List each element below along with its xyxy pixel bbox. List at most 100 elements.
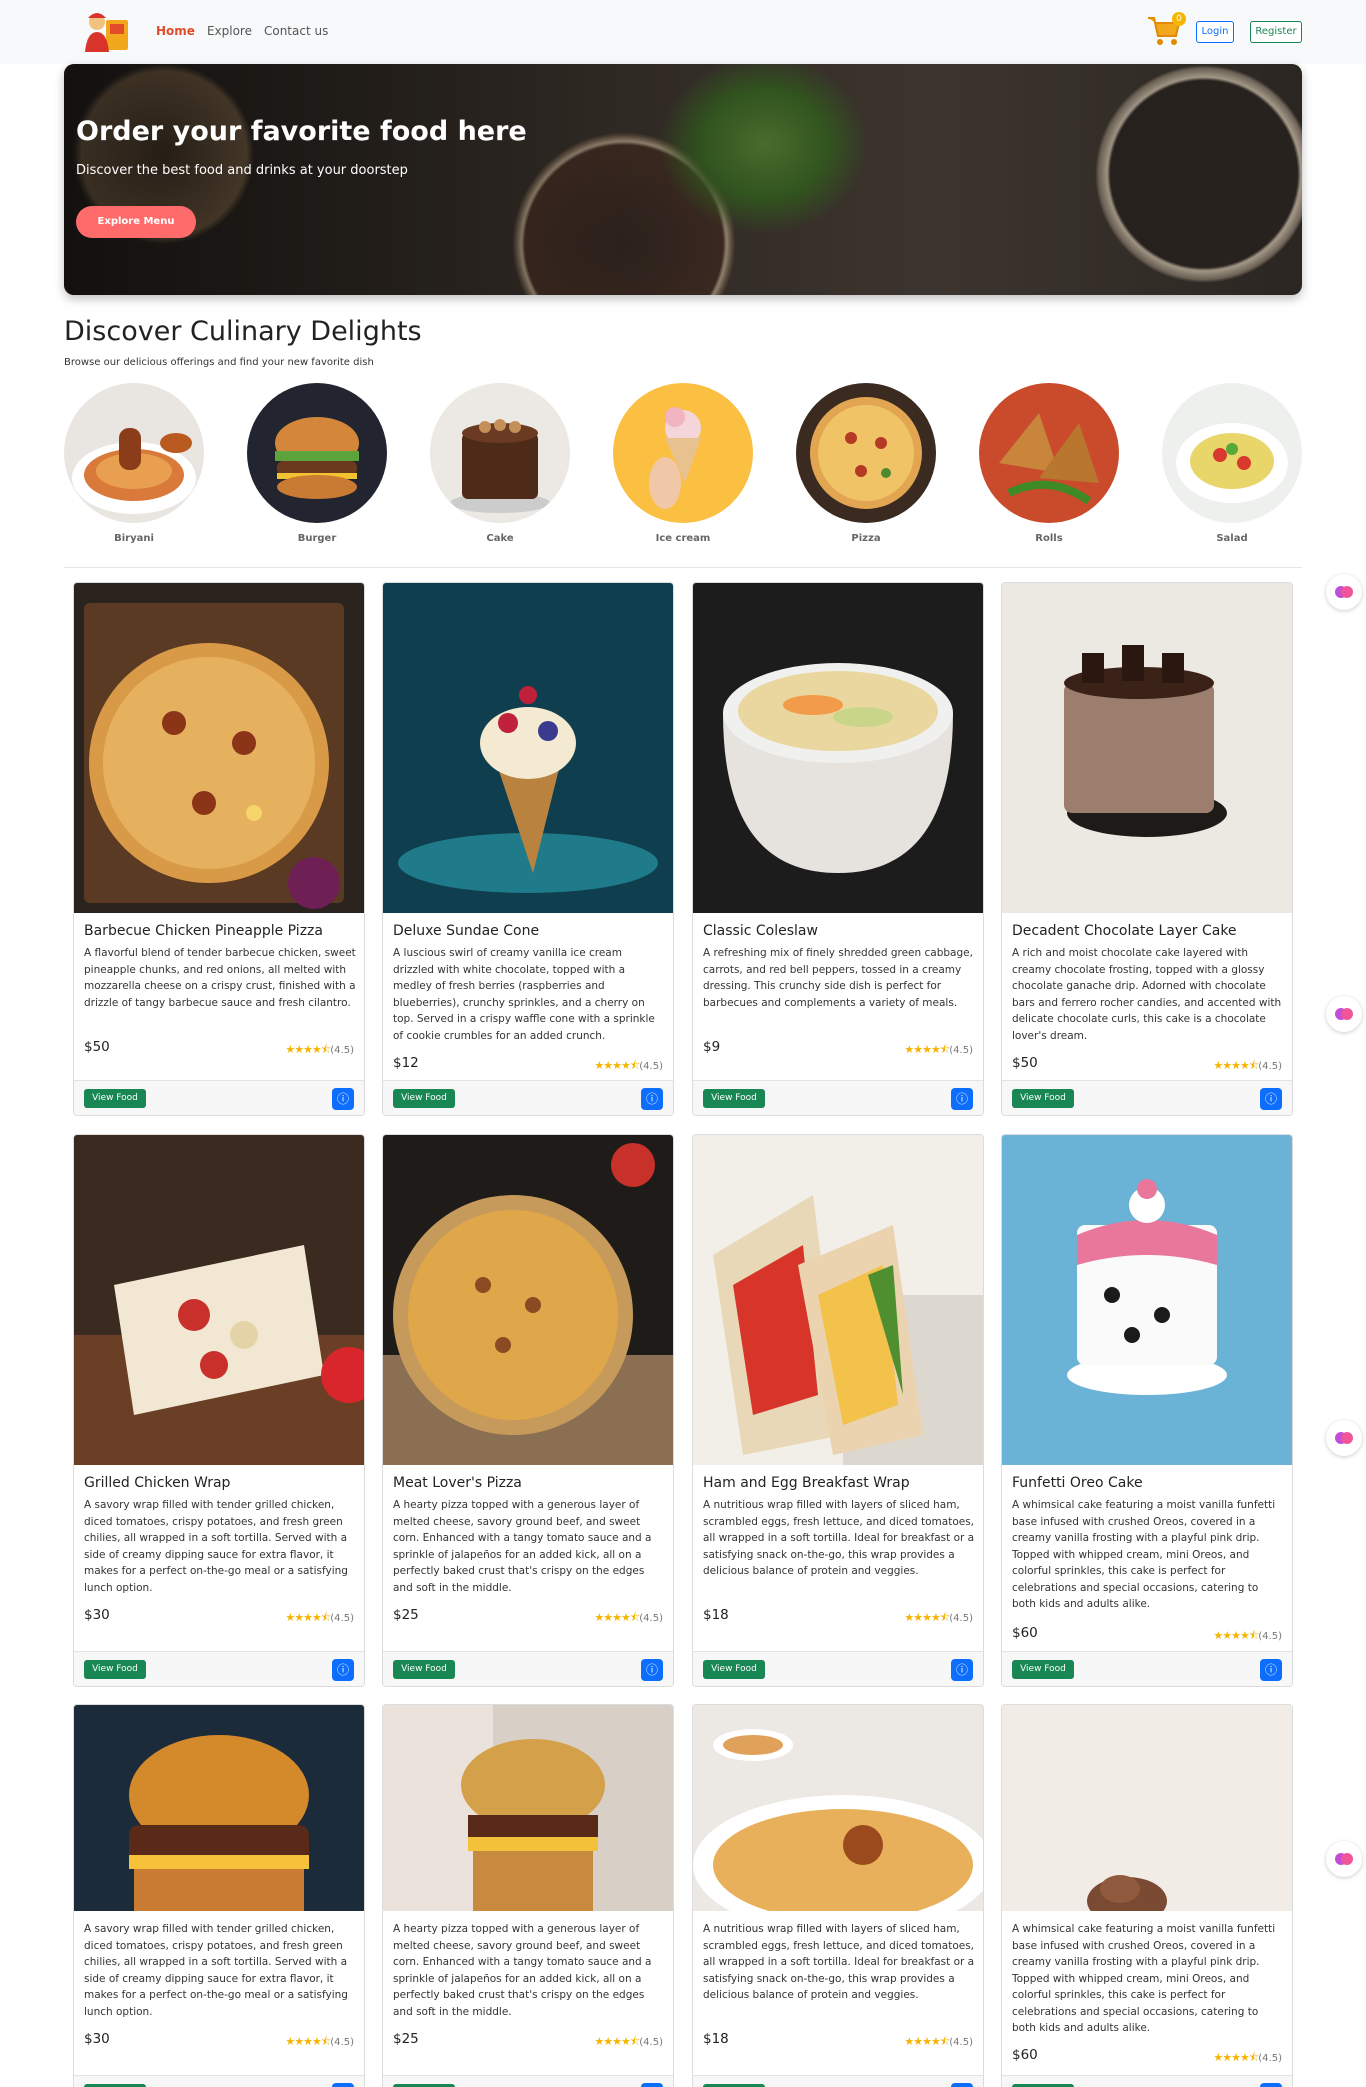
star-rating-icons: ★★★★⯪ (594, 1611, 640, 1624)
food-price: $25 (393, 1607, 419, 1623)
salad-image (1162, 383, 1302, 523)
burger-image (247, 383, 387, 523)
food-image (693, 1705, 983, 1911)
star-rating-icons: ★★★★⯪ (904, 1611, 950, 1624)
explore-menu-button[interactable]: Explore Menu (76, 206, 196, 238)
info-icon[interactable]: ⓘ (641, 1659, 663, 1681)
food-price: $30 (84, 1607, 110, 1623)
category-cake[interactable]: Cake (430, 383, 570, 544)
view-food-button[interactable]: View Food (1012, 1660, 1074, 1679)
star-rating-icons: ★★★★⯪ (594, 2035, 640, 2048)
rating-value: (4.5) (949, 1045, 973, 1056)
food-image (693, 583, 983, 913)
category-label: Pizza (851, 533, 881, 544)
card-footer: View Food ⓘ (693, 2075, 983, 2087)
pizza-image (796, 383, 936, 523)
food-card: A whimsical cake featuring a moist vanil… (1001, 1704, 1293, 2087)
food-image (383, 583, 673, 913)
food-title: Funfetti Oreo Cake (1012, 1475, 1143, 1491)
food-card: Meat Lover's Pizza A hearty pizza topped… (382, 1134, 674, 1687)
info-icon[interactable]: ⓘ (332, 1659, 354, 1681)
info-icon[interactable]: ⓘ (951, 1088, 973, 1110)
food-description: A savory wrap filled with tender grilled… (84, 1499, 348, 1594)
logo[interactable] (80, 6, 136, 56)
view-food-button[interactable]: View Food (84, 1089, 146, 1108)
brain-icon[interactable] (1326, 1841, 1362, 1877)
card-footer: View Food ⓘ (1002, 1080, 1292, 1115)
ice-cream-image (613, 383, 753, 523)
category-salad[interactable]: Salad (1162, 383, 1302, 544)
food-description: A savory wrap filled with tender grilled… (84, 1923, 348, 2018)
nav-link-contact[interactable]: Contact us (264, 24, 328, 38)
food-card: A savory wrap filled with tender grilled… (73, 1704, 365, 2087)
food-rating: ★★★★⯪(4.5) (285, 1609, 354, 1628)
food-rating: ★★★★⯪(4.5) (904, 2033, 973, 2052)
view-food-button[interactable]: View Food (703, 1660, 765, 1679)
nav-link-explore[interactable]: Explore (207, 24, 252, 38)
card-footer: View Food ⓘ (1002, 1651, 1292, 1686)
food-price: $60 (1012, 2047, 1038, 2063)
category-label: Cake (486, 533, 514, 544)
category-pizza[interactable]: Pizza (796, 383, 936, 544)
star-rating-icons: ★★★★⯪ (285, 1043, 331, 1056)
food-description: A rich and moist chocolate cake layered … (1012, 947, 1282, 1042)
food-description: A hearty pizza topped with a generous la… (393, 1923, 652, 2018)
food-rating: ★★★★⯪(4.5) (594, 1057, 663, 1076)
login-button[interactable]: Login (1196, 21, 1234, 43)
view-food-button[interactable]: View Food (703, 1089, 765, 1108)
food-title: Classic Coleslaw (703, 923, 818, 939)
rating-value: (4.5) (639, 2037, 663, 2048)
view-food-button[interactable]: View Food (84, 1660, 146, 1679)
info-icon[interactable]: ⓘ (1260, 2083, 1282, 2087)
info-icon[interactable]: ⓘ (641, 1088, 663, 1110)
card-footer: View Food ⓘ (74, 2075, 364, 2087)
info-icon[interactable]: ⓘ (641, 2083, 663, 2087)
food-image (1002, 583, 1292, 913)
category-label: Burger (297, 533, 337, 544)
biryani-image (64, 383, 204, 523)
category-rolls[interactable]: Rolls (979, 383, 1119, 544)
food-card: Barbecue Chicken Pineapple Pizza A flavo… (73, 582, 365, 1116)
star-rating-icons: ★★★★⯪ (904, 1043, 950, 1056)
food-rating: ★★★★⯪(4.5) (904, 1609, 973, 1628)
category-label: Salad (1216, 533, 1248, 544)
section-divider (64, 567, 1302, 568)
food-card: A hearty pizza topped with a generous la… (382, 1704, 674, 2087)
card-footer: View Food ⓘ (74, 1080, 364, 1115)
info-icon[interactable]: ⓘ (1260, 1088, 1282, 1110)
card-footer: View Food ⓘ (383, 2075, 673, 2087)
info-icon[interactable]: ⓘ (332, 1088, 354, 1110)
food-price: $60 (1012, 1625, 1038, 1641)
card-footer: View Food ⓘ (383, 1651, 673, 1686)
info-icon[interactable]: ⓘ (951, 1659, 973, 1681)
cart-button[interactable]: 0 (1146, 12, 1186, 50)
info-icon[interactable]: ⓘ (332, 2083, 354, 2087)
info-icon[interactable]: ⓘ (1260, 1659, 1282, 1681)
info-icon[interactable]: ⓘ (951, 2083, 973, 2087)
hero-overlay (64, 64, 1302, 295)
navbar: Home Explore Contact us 0 Login Register (0, 0, 1366, 64)
brain-icon[interactable] (1326, 996, 1362, 1032)
category-biryani[interactable]: Biryani (64, 383, 204, 544)
nav-link-home[interactable]: Home (156, 24, 195, 38)
food-description: A nutritious wrap filled with layers of … (703, 1923, 975, 2001)
view-food-button[interactable]: View Food (393, 1660, 455, 1679)
brain-icon[interactable] (1326, 574, 1362, 610)
view-food-button[interactable]: View Food (393, 1089, 455, 1108)
hero-title: Order your favorite food here (76, 116, 527, 147)
food-card: Grilled Chicken Wrap A savory wrap fille… (73, 1134, 365, 1687)
category-burger[interactable]: Burger (247, 383, 387, 544)
category-label: Biryani (114, 533, 154, 544)
food-description: A whimsical cake featuring a moist vanil… (1012, 1499, 1276, 1610)
food-rating: ★★★★⯪(4.5) (1213, 1627, 1282, 1646)
brain-icon[interactable] (1326, 1420, 1362, 1456)
view-food-button[interactable]: View Food (1012, 1089, 1074, 1108)
food-rating: ★★★★⯪(4.5) (904, 1041, 973, 1060)
star-rating-icons: ★★★★⯪ (594, 1059, 640, 1072)
category-ice-cream[interactable]: Ice cream (613, 383, 753, 544)
food-title: Deluxe Sundae Cone (393, 923, 540, 939)
card-footer: View Food ⓘ (693, 1080, 983, 1115)
card-footer: View Food ⓘ (693, 1651, 983, 1686)
star-rating-icons: ★★★★⯪ (285, 2035, 331, 2048)
register-button[interactable]: Register (1250, 21, 1302, 43)
